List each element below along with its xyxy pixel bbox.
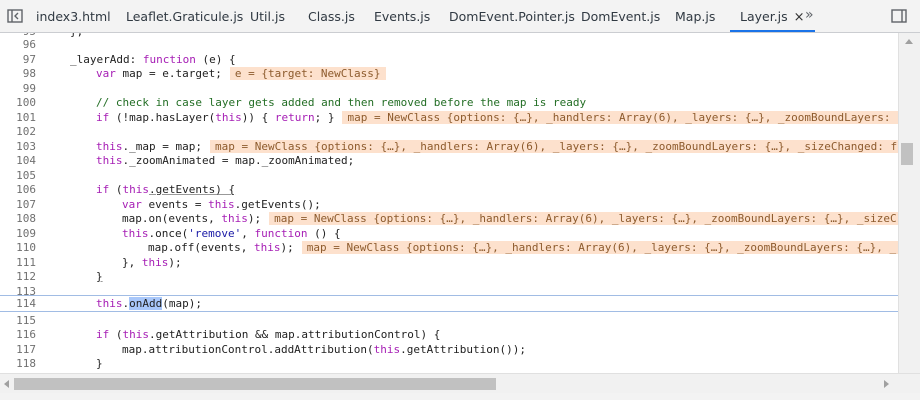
tab-map[interactable]: Map.js: [675, 0, 715, 32]
vertical-scrollbar[interactable]: [898, 33, 920, 373]
code-line: 118}: [16, 357, 103, 370]
code-line: 105: [16, 168, 36, 182]
scroll-up-icon[interactable]: [905, 39, 913, 44]
vertical-scroll-thumb[interactable]: [901, 143, 913, 165]
selected-text: onAdd: [129, 297, 163, 310]
code-line: 104 this._zoomAnimated = map._zoomAnimate…: [16, 154, 355, 167]
code-line: 99: [22, 81, 36, 95]
tab-layer-active[interactable]: Layer.js ×: [730, 0, 815, 32]
inline-value-badge: map = NewClass {options: {…}, _handlers:…: [269, 212, 898, 225]
code-line: 101 if (!map.hasLayer(this)) { return; } m…: [0, 110, 898, 125]
tab-class[interactable]: Class.js: [308, 0, 355, 32]
tab-domevent-pointer[interactable]: DomEvent.Pointer.js: [449, 0, 575, 32]
toggle-debugger-sidebar-icon[interactable]: [890, 7, 908, 25]
code-line: 117 map.attributionControl.addAttribution…: [16, 342, 527, 356]
toggle-navigator-icon[interactable]: [6, 7, 24, 25]
inline-value-badge: map = NewClass {options: {…}, _handlers:…: [301, 241, 898, 254]
code-line: 116 if (this.getAttribution && map.attrib…: [16, 328, 441, 341]
code-line: 108 map.on(events, this); map = NewClass {…: [0, 212, 898, 226]
inline-value-badge: e = {target: NewClass}: [229, 67, 386, 80]
code-line: 112}: [16, 270, 103, 283]
scroll-right-icon[interactable]: [884, 380, 889, 388]
tab-layer-label: Layer.js: [740, 9, 788, 24]
code-line: 96: [22, 38, 36, 51]
code-line: 103 this._map = map; map = NewClass {optio…: [0, 139, 898, 154]
status-footer: [0, 393, 920, 400]
current-code-line: 114 this.onAdd(map);: [0, 295, 898, 312]
code-line: 106 if (this.getEvents) {: [16, 183, 236, 196]
tab-util[interactable]: Util.js: [250, 0, 285, 32]
tab-domevent[interactable]: DomEvent.js: [581, 0, 660, 32]
tab-leaflet-graticule[interactable]: Leaflet.Graticule.js: [126, 0, 243, 32]
tab-index3[interactable]: index3.html: [36, 0, 111, 32]
horizontal-scroll-thumb[interactable]: [14, 378, 496, 390]
inline-value-badge: map = NewClass {options: {…}, _handlers:…: [342, 110, 898, 124]
code-line: 97 _layerAdd: function (e) {: [22, 52, 236, 66]
code-line: 100// check in case layer gets added and…: [16, 96, 587, 109]
code-line: 110 map.off(events, this); map = NewClass …: [0, 241, 898, 255]
editor-tab-bar: index3.html Leaflet.Graticule.js Util.js…: [0, 0, 920, 33]
horizontal-scrollbar[interactable]: [0, 373, 920, 393]
inline-value-badge: map = NewClass {options: {…}, _handlers:…: [209, 139, 898, 153]
code-line: 111}, this);: [16, 255, 182, 269]
code-line: 102: [16, 125, 36, 138]
code-editor[interactable]: 95}, 96 97_layerAdd: function (e) { 98va…: [0, 33, 898, 373]
code-line: 115: [16, 313, 36, 327]
close-icon[interactable]: ×: [794, 10, 805, 25]
tab-events[interactable]: Events.js: [374, 0, 430, 32]
code-line: 107 var events = this.getEvents();: [16, 197, 321, 211]
code-line: 98 var map = e.target; e = {target: NewCla…: [0, 67, 898, 81]
tab-overflow-icon[interactable]: »: [805, 0, 814, 32]
code-line: 109 this.once('remove', function () {: [16, 226, 341, 240]
scroll-left-icon[interactable]: [4, 380, 9, 388]
